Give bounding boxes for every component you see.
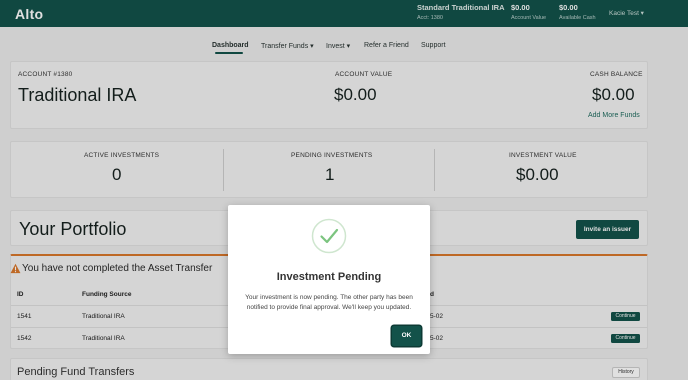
modal-message: Your investment is now pending. The othe…	[245, 294, 413, 311]
modal-title: Investment Pending	[276, 271, 382, 283]
ok-button[interactable]: OK	[392, 326, 421, 346]
success-check-icon	[311, 218, 347, 254]
investment-pending-modal: Investment Pending Your investment is no…	[228, 205, 430, 354]
